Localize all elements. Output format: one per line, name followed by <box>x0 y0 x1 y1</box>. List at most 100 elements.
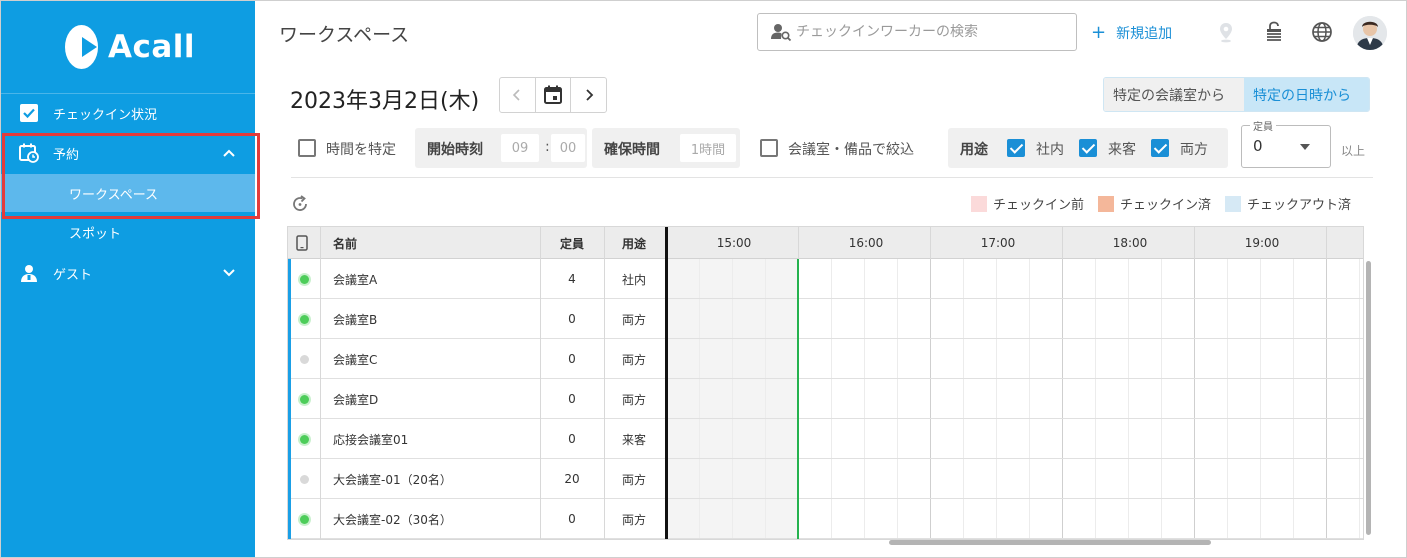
table-row[interactable]: 大会議室-01（20名） 20 両方 <box>288 459 1363 499</box>
sidebar-item-spot[interactable]: スポット <box>1 213 255 251</box>
sidebar-item-checkin-status[interactable]: チェックイン状況 <box>1 93 255 133</box>
table-row[interactable]: 応接会議室01 0 来客 <box>288 419 1363 459</box>
room-equipment-checkbox[interactable] <box>760 139 778 157</box>
sidebar-item-label: ゲスト <box>53 267 93 283</box>
room-usage: 社内 <box>621 272 646 287</box>
checkbox-icon <box>20 104 38 122</box>
hour-divider <box>798 227 799 259</box>
status-dot-icon <box>300 474 309 484</box>
sidebar-item-guest[interactable]: ゲスト <box>1 253 255 293</box>
usage-label: 用途 <box>960 142 988 158</box>
search-input[interactable] <box>796 24 1066 40</box>
capacity-select[interactable]: 定員 0 <box>1241 118 1331 168</box>
calendar-icon <box>544 85 562 104</box>
horizontal-scrollbar[interactable] <box>889 540 1211 545</box>
calendar-clock-icon <box>19 143 39 163</box>
status-dot-icon <box>300 514 309 524</box>
room-name[interactable]: 会議室C <box>333 339 377 379</box>
room-capacity: 0 <box>568 312 576 326</box>
duration-input[interactable]: 1時間 <box>680 134 736 162</box>
calendar-picker-button[interactable] <box>536 78 572 112</box>
date-navigator <box>499 77 607 113</box>
room-capacity: 0 <box>568 392 576 406</box>
table-row[interactable]: 会議室B 0 両方 <box>288 299 1363 339</box>
table-row[interactable]: 会議室C 0 両方 <box>288 339 1363 379</box>
sidebar-item-reservation[interactable]: 予約 <box>1 133 255 173</box>
search-box[interactable] <box>757 13 1077 51</box>
status-cell <box>300 459 312 499</box>
device-column-header <box>296 227 314 259</box>
capacity-value: 0 <box>1253 137 1263 155</box>
globe-icon[interactable] <box>1311 21 1333 43</box>
refresh-icon[interactable] <box>290 194 310 214</box>
capacity-column-header[interactable]: 定員 <box>540 227 604 259</box>
start-hour-input[interactable]: 09 <box>501 134 539 162</box>
legend-before-checkin: チェックイン前 <box>971 194 1084 213</box>
filter-bar: 時間を特定 開始時刻 09 : 00 確保時間 1時間 会議室・備品で絞込 用途… <box>291 118 1371 168</box>
legend-checked-out: チェックアウト済 <box>1225 194 1351 213</box>
logo-mark-icon <box>65 25 98 69</box>
room-capacity: 4 <box>568 272 576 286</box>
chevron-left-icon <box>513 89 520 101</box>
column-divider <box>540 227 541 539</box>
room-name[interactable]: 会議室D <box>333 379 378 419</box>
usage-both-checkbox[interactable] <box>1151 139 1169 157</box>
mode-by-room-button[interactable]: 特定の会議室から <box>1104 78 1244 111</box>
room-name[interactable]: 会議室B <box>333 299 377 339</box>
app-logo[interactable]: Acall <box>65 23 195 71</box>
table-row[interactable]: 会議室D 0 両方 <box>288 379 1363 419</box>
sidebar-item-workspace[interactable]: ワークスペース <box>1 174 255 212</box>
hour-label: 17:00 <box>980 236 1016 250</box>
table-row[interactable]: 会議室A 4 社内 <box>288 259 1363 299</box>
time-separator: : <box>545 139 550 155</box>
lock-download-icon[interactable] <box>1263 21 1285 43</box>
hour-divider <box>1194 227 1195 259</box>
legend-label: チェックイン前 <box>993 198 1085 213</box>
legend-checked-in: チェックイン済 <box>1098 194 1211 213</box>
current-date: 2023年3月2日(木) <box>290 89 480 114</box>
user-search-icon <box>771 24 792 42</box>
tablet-icon <box>296 235 308 251</box>
start-time-label: 開始時刻 <box>427 142 483 158</box>
room-name[interactable]: 大会議室-02（30名） <box>333 499 452 539</box>
next-day-button[interactable] <box>571 78 606 112</box>
status-cell <box>300 259 312 299</box>
room-schedule-table: 名前 定員 用途 15:00 16:00 17:00 18:00 19:00 会… <box>287 226 1364 540</box>
room-usage: 両方 <box>621 472 646 487</box>
search-mode-toggle: 特定の会議室から 特定の日時から <box>1103 77 1370 112</box>
time-specify-checkbox[interactable] <box>298 139 316 157</box>
add-new-button[interactable]: + 新規追加 <box>1091 23 1172 43</box>
app-window: Acall チェックイン状況 予約 ワークスペース スポット ゲスト ワークスペ… <box>0 0 1407 558</box>
location-pin-icon[interactable] <box>1215 21 1237 43</box>
start-minute-input[interactable]: 00 <box>551 134 585 162</box>
capacity-label: 定員 <box>1250 118 1276 133</box>
room-name[interactable]: 会議室A <box>333 259 377 299</box>
room-usage: 両方 <box>621 312 646 327</box>
prev-day-button[interactable] <box>500 78 536 112</box>
vertical-scrollbar[interactable] <box>1366 261 1371 535</box>
usage-both-label: 両方 <box>1180 142 1208 158</box>
selection-accent-bar <box>288 259 291 539</box>
plus-icon: + <box>1091 22 1107 43</box>
duration-field: 確保時間 1時間 <box>592 128 740 168</box>
room-name[interactable]: 応接会議室01 <box>333 419 408 459</box>
hour-label: 18:00 <box>1112 236 1148 250</box>
name-column-header[interactable]: 名前 <box>333 227 357 259</box>
table-row[interactable]: 大会議室-02（30名） 0 両方 <box>288 499 1363 539</box>
schedule-start-line <box>665 227 668 539</box>
room-name[interactable]: 大会議室-01（20名） <box>333 459 452 499</box>
room-capacity: 0 <box>568 432 576 446</box>
usage-visitor-checkbox[interactable] <box>1079 139 1097 157</box>
room-usage: 両方 <box>621 352 646 367</box>
sidebar-item-label: スポット <box>69 226 122 242</box>
status-dot-icon <box>300 274 309 284</box>
room-capacity: 0 <box>568 512 576 526</box>
usage-column-header[interactable]: 用途 <box>604 227 664 259</box>
user-avatar[interactable] <box>1353 16 1387 50</box>
table-header: 名前 定員 用途 15:00 16:00 17:00 18:00 19:00 <box>288 227 1363 259</box>
room-usage: 来客 <box>621 432 646 447</box>
chevron-down-icon <box>223 269 235 277</box>
status-dot-icon <box>300 354 309 364</box>
usage-internal-checkbox[interactable] <box>1007 139 1025 157</box>
mode-by-datetime-button[interactable]: 特定の日時から <box>1244 78 1369 111</box>
